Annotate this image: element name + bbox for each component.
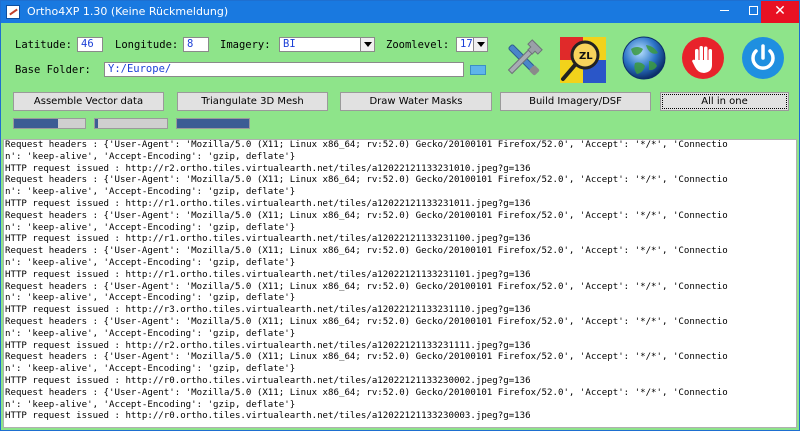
progress-fill bbox=[177, 119, 249, 128]
app-window: Ortho4XP 1.30 (Keine Rückmeldung) ✕ Lati… bbox=[0, 0, 800, 431]
log-line: n': 'keep-alive', 'Accept-Encoding': 'gz… bbox=[5, 187, 296, 198]
globe-icon[interactable] bbox=[621, 35, 667, 81]
log-line: Request headers : {'User-Agent': 'Mozill… bbox=[5, 352, 728, 363]
minimize-button[interactable] bbox=[709, 1, 739, 23]
tools-icon[interactable] bbox=[499, 35, 547, 83]
log-line: n': 'keep-alive', 'Accept-Encoding': 'gz… bbox=[5, 364, 296, 375]
browse-folder-button[interactable] bbox=[470, 65, 486, 75]
log-line: Request headers : {'User-Agent': 'Mozill… bbox=[5, 210, 728, 221]
zl-text: ZL bbox=[579, 51, 593, 62]
progress-fill bbox=[95, 119, 98, 128]
window-title: Ortho4XP 1.30 (Keine Rückmeldung) bbox=[27, 5, 229, 18]
latitude-input[interactable]: 46 bbox=[77, 37, 103, 52]
log-line: Request headers : {'User-Agent': 'Mozill… bbox=[5, 140, 728, 150]
log-line: HTTP request issued : http://r1.ortho.ti… bbox=[5, 198, 531, 209]
power-icon[interactable] bbox=[741, 36, 785, 80]
progress-bar-mesh bbox=[94, 118, 168, 129]
app-icon bbox=[6, 5, 20, 19]
latitude-label: Latitude: bbox=[15, 39, 72, 51]
log-line: Request headers : {'User-Agent': 'Mozill… bbox=[5, 175, 728, 186]
zoomlevel-label: Zoomlevel: bbox=[386, 39, 450, 51]
imagery-value: BI bbox=[283, 38, 296, 50]
log-line: HTTP request issued : http://r0.ortho.ti… bbox=[5, 411, 531, 422]
imagery-select[interactable]: BI bbox=[279, 37, 375, 52]
log-line: HTTP request issued : http://r2.ortho.ti… bbox=[5, 163, 531, 174]
log-line: HTTP request issued : http://r2.ortho.ti… bbox=[5, 340, 531, 351]
log-line: n': 'keep-alive', 'Accept-Encoding': 'gz… bbox=[5, 293, 296, 304]
zoomlevel-icon[interactable]: ZL bbox=[558, 35, 608, 85]
log-line: HTTP request issued : http://r0.ortho.ti… bbox=[5, 375, 531, 386]
progress-fill bbox=[14, 119, 59, 128]
assemble-vector-button[interactable]: Assemble Vector data bbox=[13, 92, 164, 111]
base-folder-label: Base Folder: bbox=[15, 64, 91, 76]
log-line: n': 'keep-alive', 'Accept-Encoding': 'gz… bbox=[5, 151, 296, 162]
chevron-down-icon[interactable] bbox=[473, 38, 487, 51]
log-line: Request headers : {'User-Agent': 'Mozill… bbox=[5, 316, 728, 327]
all-in-one-button[interactable]: All in one bbox=[660, 92, 789, 111]
log-line: Request headers : {'User-Agent': 'Mozill… bbox=[5, 281, 728, 292]
triangulate-mesh-button[interactable]: Triangulate 3D Mesh bbox=[177, 92, 328, 111]
log-line: HTTP request issued : http://r1.ortho.ti… bbox=[5, 234, 531, 245]
log-line: HTTP request issued : http://r3.ortho.ti… bbox=[5, 305, 531, 316]
log-line: Request headers : {'User-Agent': 'Mozill… bbox=[5, 387, 728, 398]
title-bar[interactable]: Ortho4XP 1.30 (Keine Rückmeldung) ✕ bbox=[1, 1, 799, 23]
stop-hand-icon[interactable] bbox=[681, 36, 725, 80]
longitude-input[interactable]: 8 bbox=[183, 37, 209, 52]
log-line: n': 'keep-alive', 'Accept-Encoding': 'gz… bbox=[5, 328, 296, 339]
maximize-icon bbox=[748, 6, 758, 15]
zoomlevel-select[interactable]: 17 bbox=[456, 37, 488, 52]
zoomlevel-value: 17 bbox=[460, 38, 473, 50]
progress-bar-vector bbox=[13, 118, 86, 129]
build-imagery-button[interactable]: Build Imagery/DSF bbox=[500, 92, 651, 111]
control-panel: Latitude: 46 Longitude: 8 Imagery: BI Zo… bbox=[1, 23, 799, 136]
close-button[interactable]: ✕ bbox=[761, 1, 799, 23]
log-line: n': 'keep-alive', 'Accept-Encoding': 'gz… bbox=[5, 222, 296, 233]
log-line: n': 'keep-alive', 'Accept-Encoding': 'gz… bbox=[5, 257, 296, 268]
log-line: n': 'keep-alive', 'Accept-Encoding': 'gz… bbox=[5, 399, 296, 410]
draw-water-masks-button[interactable]: Draw Water Masks bbox=[340, 92, 492, 111]
chevron-down-icon[interactable] bbox=[360, 38, 374, 51]
progress-bar-masks bbox=[176, 118, 250, 129]
log-line: Request headers : {'User-Agent': 'Mozill… bbox=[5, 246, 728, 257]
minimize-icon bbox=[719, 10, 729, 11]
log-line: HTTP request issued : http://r1.ortho.ti… bbox=[5, 269, 531, 280]
longitude-label: Longitude: bbox=[115, 39, 179, 51]
imagery-label: Imagery: bbox=[220, 39, 271, 51]
base-folder-input[interactable]: Y:/Europe/ bbox=[104, 62, 464, 77]
log-console[interactable]: Request headers : {'User-Agent': 'Mozill… bbox=[3, 139, 797, 428]
